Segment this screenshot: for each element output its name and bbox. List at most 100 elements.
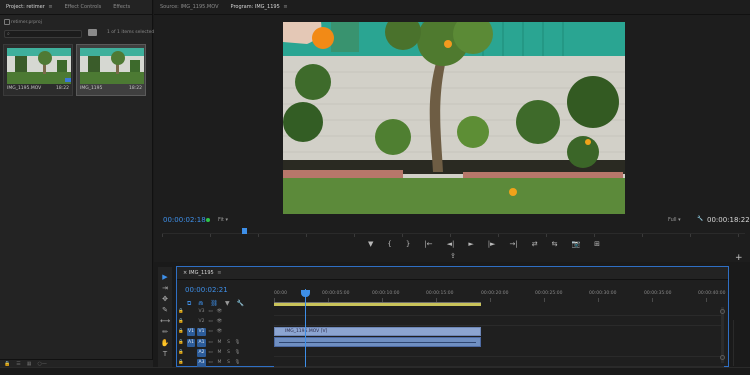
- source-patch[interactable]: [187, 318, 195, 326]
- ripple-edit-tool-icon[interactable]: ✥: [162, 295, 168, 304]
- track-name[interactable]: V2: [197, 318, 206, 326]
- program-scrub-bar[interactable]: [162, 228, 745, 237]
- mute-button[interactable]: M: [215, 340, 224, 345]
- wrench-icon[interactable]: 🔧: [697, 216, 703, 222]
- track-name[interactable]: A1: [197, 338, 206, 347]
- track-select-tool-icon[interactable]: ⇥: [162, 284, 168, 293]
- tab-effect-controls[interactable]: Effect Controls: [59, 4, 108, 10]
- sync-lock-icon[interactable]: ▭: [206, 350, 215, 355]
- track-name[interactable]: A2: [197, 348, 206, 357]
- play-button[interactable]: ►: [468, 240, 473, 248]
- sync-lock-icon[interactable]: ▭: [206, 329, 215, 334]
- sync-lock-icon[interactable]: ▭: [206, 309, 215, 314]
- lock-icon[interactable]: 🔒: [4, 361, 10, 367]
- export-icon[interactable]: ⇪: [450, 252, 456, 260]
- slip-tool-icon[interactable]: ⟷: [160, 317, 170, 326]
- chevron-down-icon: ▾: [225, 217, 228, 223]
- track-header-a2: 🔒 A2 ▭ M S 🎙: [177, 348, 271, 357]
- panel-menu-icon[interactable]: ≡: [283, 4, 287, 10]
- source-patch[interactable]: [187, 349, 195, 357]
- eye-icon[interactable]: 👁: [215, 319, 224, 324]
- premiere-window: Project: retimer ≡ Effect Controls Effec…: [0, 0, 750, 375]
- step-back-button[interactable]: ◄|: [447, 240, 455, 248]
- panel-menu-icon[interactable]: ≡: [217, 270, 221, 276]
- type-tool-icon[interactable]: T: [163, 350, 167, 359]
- solo-button[interactable]: S: [224, 360, 233, 365]
- search-input[interactable]: ⌕: [4, 30, 82, 38]
- source-patch[interactable]: [187, 359, 195, 367]
- project-item[interactable]: IMG_1195.MOV 18:22: [3, 44, 73, 96]
- program-video-frame[interactable]: [283, 22, 625, 214]
- mute-button[interactable]: M: [215, 360, 224, 365]
- solo-button[interactable]: S: [224, 350, 233, 355]
- lock-icon[interactable]: 🔒: [177, 340, 185, 345]
- tab-sequence[interactable]: × IMG_1195 ≡: [177, 270, 227, 276]
- microphone-icon[interactable]: 🎙: [233, 360, 242, 365]
- tab-source[interactable]: Source: IMG_1195.MOV: [154, 4, 225, 10]
- tab-project-label: Project: retimer: [6, 4, 45, 10]
- close-icon[interactable]: ×: [183, 270, 187, 276]
- solo-button[interactable]: S: [224, 340, 233, 345]
- source-patch[interactable]: A1: [187, 338, 195, 347]
- go-to-out-button[interactable]: →|: [509, 240, 517, 248]
- track-name[interactable]: A3: [197, 358, 206, 367]
- mute-button[interactable]: M: [215, 350, 224, 355]
- garden-video-frame: [283, 22, 625, 214]
- mark-in-button[interactable]: {: [387, 240, 391, 248]
- tab-project[interactable]: Project: retimer ≡: [0, 4, 59, 10]
- comparison-view-button[interactable]: ⊞: [594, 240, 600, 248]
- track-a2[interactable]: [274, 348, 724, 357]
- playback-resolution-label: Full: [668, 217, 677, 223]
- playback-resolution-select[interactable]: Full ▾: [668, 217, 681, 223]
- track-name[interactable]: V1: [197, 327, 206, 336]
- panel-menu-icon[interactable]: ≡: [48, 4, 52, 10]
- project-item-selected[interactable]: IMG_1195 18:22: [76, 44, 146, 96]
- tab-program[interactable]: Program: IMG_1195 ≡: [225, 4, 294, 10]
- monitor-playhead[interactable]: [242, 228, 247, 234]
- add-marker-button[interactable]: ▼: [368, 240, 373, 248]
- lock-icon[interactable]: 🔒: [177, 309, 185, 314]
- track-v2[interactable]: [274, 317, 724, 326]
- sync-lock-icon[interactable]: ▭: [206, 360, 215, 365]
- eye-icon[interactable]: 👁: [215, 309, 224, 314]
- eye-icon[interactable]: 👁: [215, 329, 224, 334]
- ruler-label: 00:00:10:00: [372, 291, 400, 296]
- timeline-timecode[interactable]: 00:00:02:21: [185, 286, 228, 294]
- hand-tool-icon[interactable]: ✋: [161, 339, 170, 348]
- icon-view-icon[interactable]: ▦: [27, 361, 32, 367]
- mark-out-button[interactable]: }: [406, 240, 410, 248]
- go-to-in-button[interactable]: |←: [424, 240, 432, 248]
- microphone-icon[interactable]: 🎙: [233, 350, 242, 355]
- selection-tool-icon[interactable]: ▶: [162, 273, 167, 282]
- pen-tool-icon[interactable]: ✏: [162, 328, 168, 337]
- razor-tool-icon[interactable]: ✎: [162, 306, 168, 315]
- lift-button[interactable]: ⇄: [532, 240, 538, 248]
- button-editor-icon[interactable]: +: [735, 253, 743, 263]
- zoom-level-select[interactable]: Fit ▾: [218, 217, 228, 223]
- new-bin-icon[interactable]: [88, 29, 97, 36]
- extract-button[interactable]: ⇆: [552, 240, 558, 248]
- microphone-icon[interactable]: 🎙: [233, 340, 242, 345]
- list-view-icon[interactable]: ☰: [16, 361, 20, 367]
- sync-lock-icon[interactable]: ▭: [206, 340, 215, 345]
- tab-effects[interactable]: Effects: [107, 4, 136, 10]
- track-v3[interactable]: [274, 307, 724, 316]
- source-patch[interactable]: [187, 308, 195, 316]
- track-a3[interactable]: [274, 358, 724, 367]
- timeline-ruler[interactable]: 00:00 00:00:05:00 00:00:10:00 00:00:15:0…: [274, 289, 725, 303]
- sync-lock-icon[interactable]: ▭: [206, 319, 215, 324]
- export-frame-button[interactable]: 📷: [571, 240, 580, 248]
- step-forward-button[interactable]: |►: [488, 240, 496, 248]
- timeline-playhead[interactable]: [305, 289, 306, 367]
- track-name[interactable]: V3: [197, 308, 206, 316]
- lock-icon[interactable]: 🔒: [177, 350, 185, 355]
- lock-icon[interactable]: 🔒: [177, 319, 185, 324]
- program-current-timecode[interactable]: 00:00:02:18: [163, 216, 206, 224]
- timeline-vertical-scrollbar[interactable]: [720, 307, 725, 363]
- zoom-slider-icon[interactable]: ○—: [37, 361, 46, 367]
- lock-icon[interactable]: 🔒: [177, 329, 185, 334]
- program-duration-timecode: 00:00:18:22: [707, 216, 750, 224]
- ruler-label: 00:00:05:00: [322, 291, 350, 296]
- source-patch[interactable]: V1: [187, 327, 195, 336]
- lock-icon[interactable]: 🔒: [177, 360, 185, 365]
